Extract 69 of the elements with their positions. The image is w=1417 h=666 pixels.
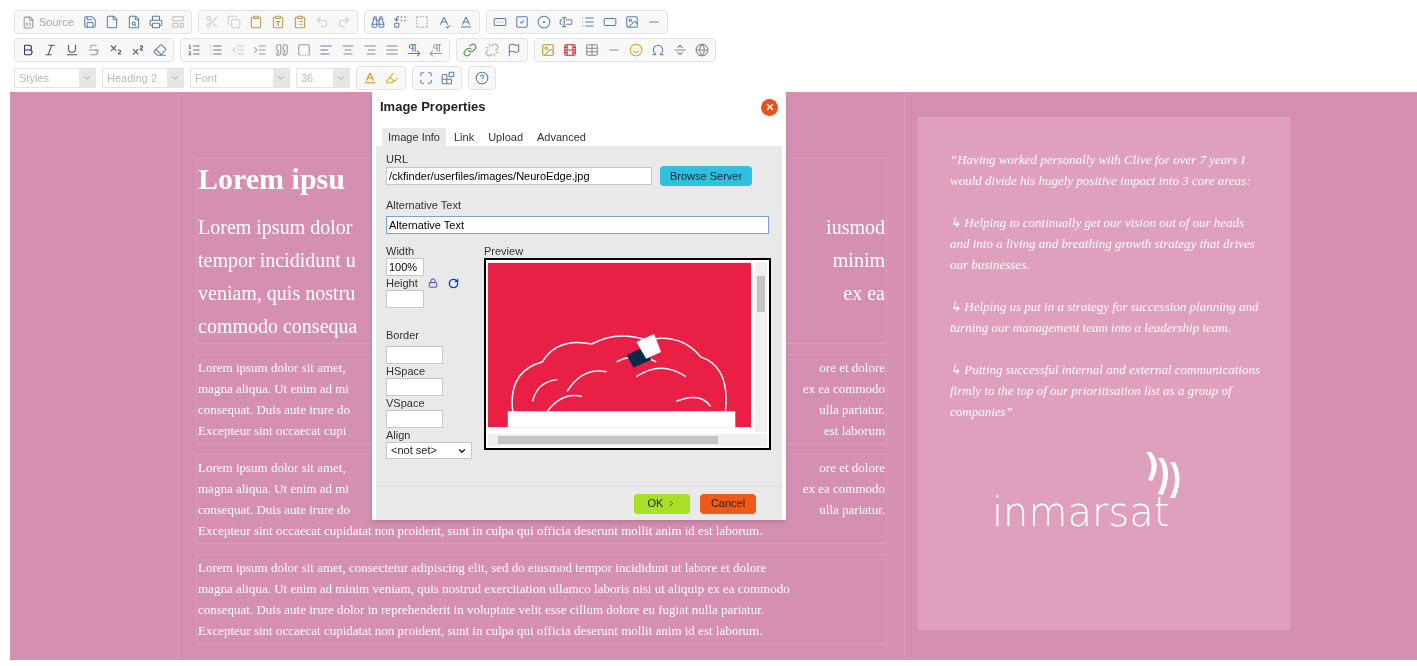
body-text: ulla pariatur.	[819, 401, 885, 419]
caret-icon	[170, 73, 180, 83]
link-icon[interactable]	[460, 40, 480, 60]
body-text: consequat. Duis aute irure dolor in reprehenderit in voluptate velit esse cillum dolore eu fugiat nulla pariatur.	[198, 601, 765, 619]
vertical-scrollbar[interactable]	[755, 262, 767, 432]
unlink-icon[interactable]	[482, 40, 502, 60]
field-label: Preview	[484, 244, 525, 258]
body-text: consequat. Duis aute irure do	[198, 401, 350, 419]
body-text: ex ea commodo	[802, 380, 885, 398]
body-text: ore et dolore	[819, 359, 885, 377]
field-label: Height	[386, 276, 418, 290]
body-text: ulla pariatur.	[819, 501, 885, 519]
body-text: magna aliqua. Ut enim ad mi	[198, 380, 349, 398]
horizontal-scrollbar[interactable]	[488, 434, 767, 446]
body-text: Excepteur sint occaecat cupidatat non proident, sunt in culpa qui officia deserunt mollit anim id est laborum.	[198, 522, 763, 540]
body-text: iusmod	[826, 215, 885, 240]
browse-server-button[interactable]: Browse Server	[660, 166, 753, 186]
lock-ratio-icon[interactable]	[427, 278, 438, 288]
body-text: tempor incididunt u	[198, 248, 356, 274]
body-text: veniam, quis nostru	[198, 281, 356, 307]
body-text: Lorem ipsum dolor sit amet,	[198, 359, 346, 377]
caret-icon	[336, 73, 346, 83]
body-text: commodo consequa	[198, 314, 358, 340]
field-label: URL	[386, 152, 409, 166]
body-text: ex ea	[843, 281, 885, 306]
page-heading: Lorem ipsu	[198, 161, 345, 197]
caret-icon	[82, 73, 92, 83]
dialog-tab[interactable]: Image Info	[382, 128, 446, 146]
body-text: ore et dolore	[819, 459, 885, 477]
testimonial-text: “Having worked personally with Clive for over 7 years I would divide his hugely positive impact into 3 core areas:	[950, 151, 1252, 190]
body-text: Lorem ipsum dolor sit amet, consectetur adipiscing elit, sed do eiusmod tempor incididunt ut labore et dolore	[198, 559, 767, 577]
align-dropdown[interactable]: <not set>	[386, 442, 472, 459]
field-label: Align	[386, 428, 412, 442]
cancel-button[interactable]: Cancel	[700, 493, 756, 514]
body-text: magna aliqua. Ut enim ad minim veniam, quis nostrud exercitation ullamco laboris nisi ut aliquip ex ea commodo	[198, 580, 790, 598]
body-text: magna aliqua. Ut enim ad mi	[198, 480, 349, 498]
body-text: consequat. Duis aute irure do	[198, 501, 350, 519]
close-button[interactable]	[761, 98, 778, 116]
body-text: minim	[832, 248, 885, 273]
field-label: Border	[386, 329, 420, 341]
body-text: Lorem ipsum dolor	[198, 215, 353, 241]
scrollbar-thumb[interactable]	[757, 276, 766, 312]
field-label: Width	[386, 244, 416, 258]
ok-button[interactable]: OK	[634, 493, 690, 514]
body-text: ex ea commodo	[802, 480, 885, 498]
dialog-title: Image Properties	[380, 98, 486, 117]
body-text: Excepteur sint occaecat cupidatat non proident, sunt in culpa qui officia deserunt mollit anim id est laborum.	[198, 622, 763, 640]
testimonial-text: ↳ Helping to continually get our vision out of our heads and into a living and breathing growth strategy that drives our businesses.	[950, 214, 1256, 274]
body-text: Excepteur sint occaecat cupi	[198, 422, 347, 440]
field-label: HSpace	[386, 364, 427, 378]
source-code-icon	[22, 15, 35, 29]
input-field[interactable]: Alternative Text	[386, 216, 769, 234]
close-icon	[764, 102, 775, 112]
body-text: est laborum	[824, 422, 885, 440]
testimonial-text: ↳ Helping us put in a strategy for succession planning and turning our management team into a leadership team.	[950, 298, 1260, 337]
input-field[interactable]: /ckfinder/userfiles/images/NeuroEdge.jpg	[386, 167, 652, 185]
caret-icon	[276, 73, 286, 83]
field-label: Alternative Text	[386, 199, 461, 211]
reset-size-icon[interactable]	[447, 277, 459, 289]
testimonial-text: ↳ Putting successful internal and external communications firmly to the top of our prioritisation list as a group of companies”	[950, 361, 1261, 421]
input-field[interactable]	[386, 346, 443, 364]
logo-text: inmarsat	[992, 490, 1170, 534]
input-field[interactable]	[386, 410, 443, 428]
input-field[interactable]	[386, 378, 443, 396]
scrollbar-thumb[interactable]	[498, 436, 718, 444]
input-field[interactable]	[386, 290, 424, 308]
input-field[interactable]: 100%	[386, 258, 424, 276]
body-text: Lorem ipsum dolor sit amet,	[198, 459, 346, 477]
field-label: VSpace	[386, 396, 426, 410]
